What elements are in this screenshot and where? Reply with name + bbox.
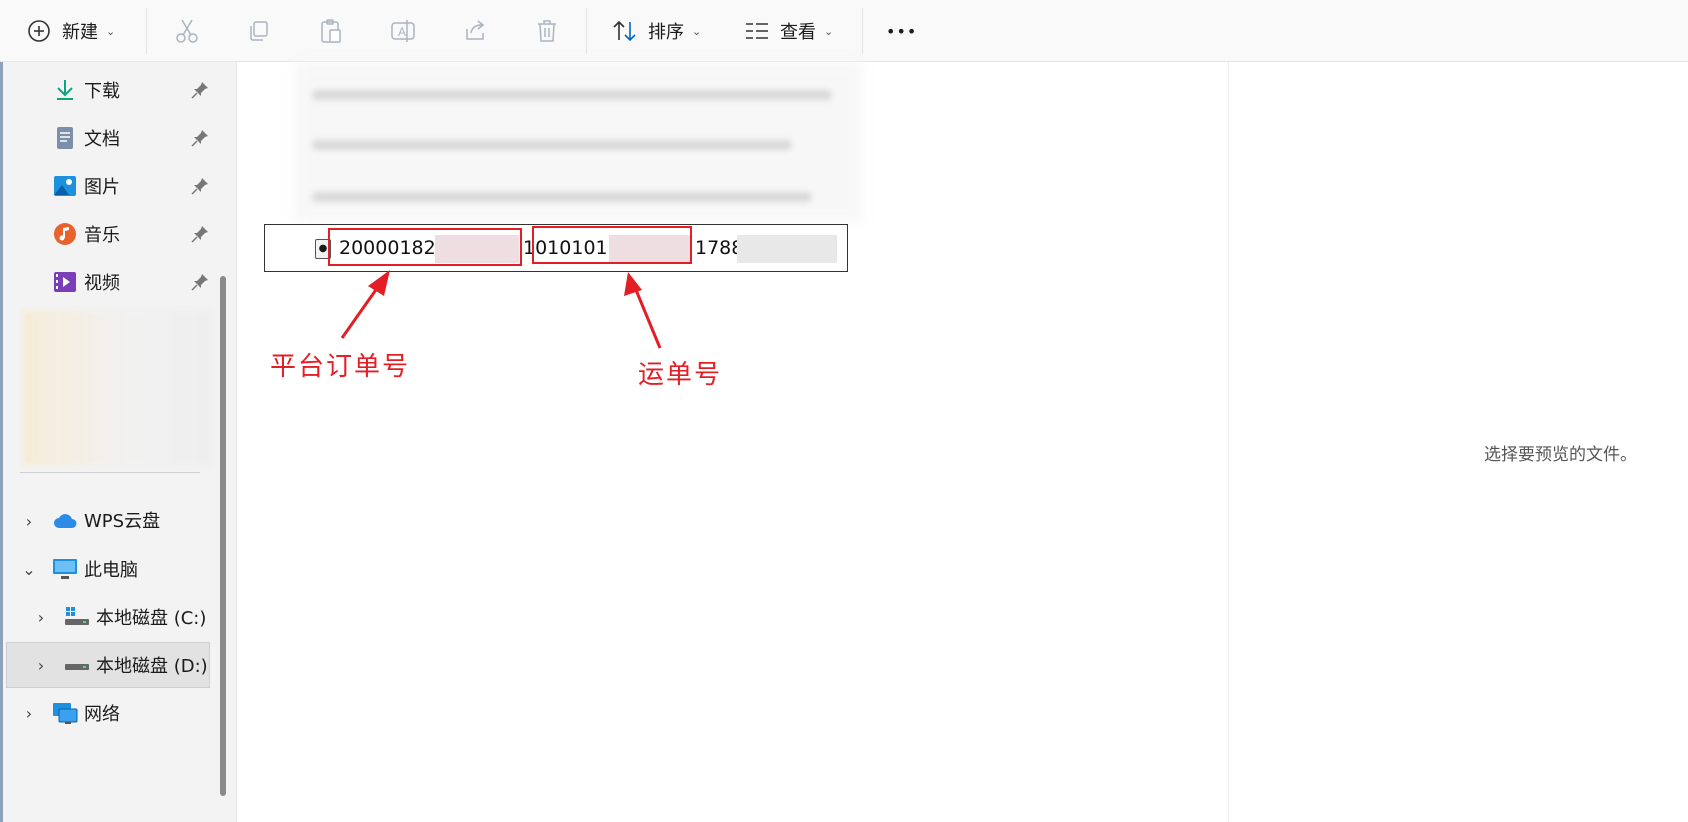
waybill-annotation: 运单号 — [638, 360, 723, 390]
platform-order-annotation: 平台订单号 — [270, 352, 411, 382]
preview-empty-message: 选择要预览的文件。 — [1484, 445, 1637, 465]
annotation-arrows — [340, 270, 662, 349]
preview-pane-divider — [1228, 62, 1229, 822]
